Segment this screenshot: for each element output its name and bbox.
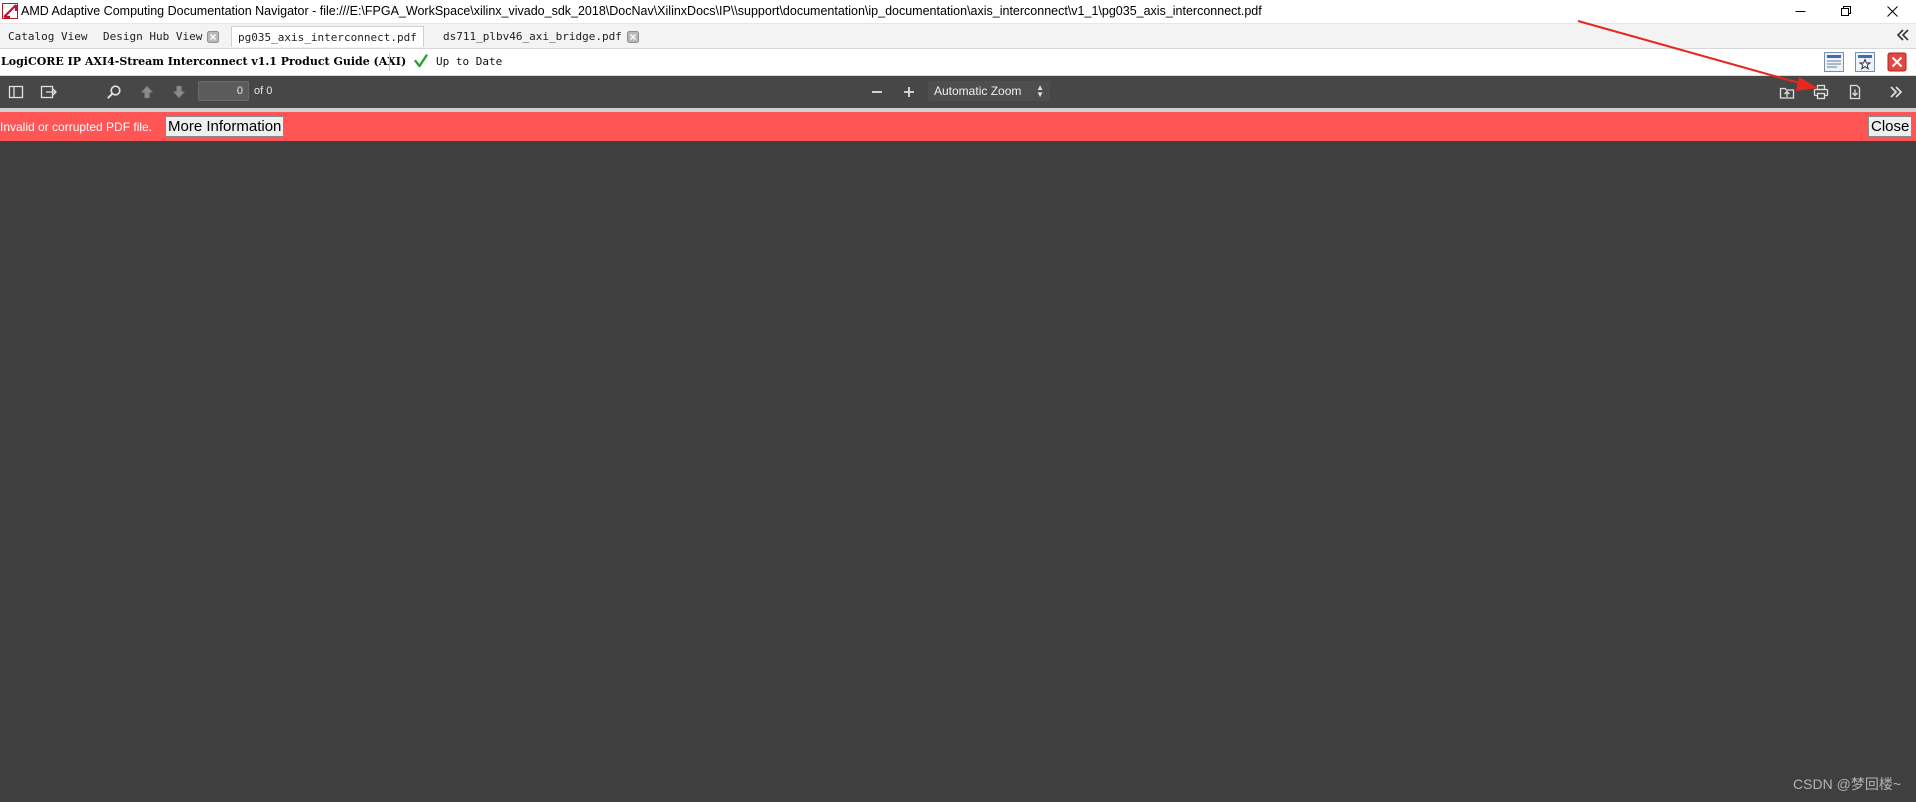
favorite-icon[interactable] bbox=[1855, 52, 1875, 72]
zoom-out-button[interactable] bbox=[868, 83, 886, 101]
tools-menu-button[interactable] bbox=[1887, 83, 1905, 101]
error-bar: Invalid or corrupted PDF file. More Info… bbox=[0, 112, 1916, 141]
page-count: of 0 bbox=[254, 85, 273, 97]
document-outline-button[interactable] bbox=[40, 83, 58, 101]
tab-bar: Catalog View Design Hub View pg035_axis_… bbox=[0, 24, 1916, 49]
toggle-sidebar-button[interactable] bbox=[7, 83, 25, 101]
divider bbox=[389, 53, 390, 71]
tab-close-icon[interactable] bbox=[626, 30, 639, 43]
tab-label: Catalog View bbox=[8, 30, 88, 43]
more-information-button[interactable]: More Information bbox=[165, 116, 285, 137]
document-header: LogiCORE IP AXI4-Stream Interconnect v1.… bbox=[0, 49, 1916, 76]
app-icon bbox=[2, 3, 18, 19]
pdf-viewer-area: CSDN @梦回楼~ bbox=[0, 141, 1916, 802]
close-icon bbox=[1886, 5, 1898, 17]
tab-label: ds711_plbv46_axi_bridge.pdf bbox=[443, 30, 622, 43]
open-folder-icon bbox=[1779, 87, 1795, 99]
minus-icon bbox=[872, 91, 882, 93]
arrow-up-icon bbox=[141, 86, 153, 98]
tab-label: pg035_axis_interconnect.pdf bbox=[238, 30, 417, 44]
minimize-button[interactable] bbox=[1777, 0, 1823, 22]
tab-close-icon[interactable] bbox=[207, 30, 220, 43]
search-icon bbox=[107, 85, 121, 99]
double-chevron-right-icon bbox=[1890, 86, 1903, 98]
document-details-icon[interactable] bbox=[1824, 52, 1844, 72]
page-number-input[interactable]: 0 bbox=[198, 81, 249, 101]
download-button[interactable] bbox=[1846, 83, 1864, 101]
close-document-icon[interactable] bbox=[1887, 52, 1907, 72]
collapse-panel-icon[interactable] bbox=[1896, 28, 1910, 42]
tab-label: Design Hub View bbox=[103, 30, 203, 43]
error-message: Invalid or corrupted PDF file. bbox=[0, 120, 153, 134]
arrow-down-icon bbox=[173, 86, 185, 98]
outline-icon bbox=[40, 85, 57, 99]
status-text: Up to Date bbox=[436, 55, 503, 68]
tab-ds711-plbv46-axi-bridge[interactable]: ds711_plbv46_axi_bridge.pdf bbox=[437, 26, 645, 47]
zoom-select-value: Automatic Zoom bbox=[934, 84, 1022, 98]
close-window-button[interactable] bbox=[1869, 0, 1915, 22]
minimize-icon bbox=[1795, 10, 1805, 12]
window-title: AMD Adaptive Computing Documentation Nav… bbox=[21, 4, 1262, 18]
checkmark-icon bbox=[414, 53, 428, 67]
find-button[interactable] bbox=[105, 83, 123, 101]
previous-page-button[interactable] bbox=[138, 83, 156, 101]
tab-pg035-axis-interconnect[interactable]: pg035_axis_interconnect.pdf bbox=[231, 26, 424, 47]
window-title-bar: AMD Adaptive Computing Documentation Nav… bbox=[0, 0, 1916, 24]
sidebar-icon bbox=[8, 85, 24, 99]
plus-icon bbox=[904, 87, 914, 97]
print-button[interactable] bbox=[1812, 83, 1830, 101]
tab-catalog-view[interactable]: Catalog View bbox=[2, 26, 93, 47]
next-page-button[interactable] bbox=[170, 83, 188, 101]
close-error-button[interactable]: Close bbox=[1868, 116, 1913, 137]
select-caret-icon: ▲ ▼ bbox=[1036, 83, 1044, 99]
restore-button[interactable] bbox=[1823, 0, 1869, 22]
zoom-select[interactable]: Automatic Zoom ▲ ▼ bbox=[928, 81, 1050, 101]
tab-design-hub-view[interactable]: Design Hub View bbox=[97, 26, 225, 47]
printer-icon bbox=[1813, 84, 1829, 100]
status-indicator: Up to Date bbox=[414, 53, 502, 68]
watermark: CSDN @梦回楼~ bbox=[1793, 776, 1901, 792]
pdf-toolbar: 0 of 0 Automatic Zoom ▲ ▼ bbox=[0, 76, 1916, 108]
restore-icon bbox=[1840, 5, 1851, 16]
download-icon bbox=[1849, 84, 1861, 100]
open-file-button[interactable] bbox=[1778, 83, 1796, 101]
document-title: LogiCORE IP AXI4-Stream Interconnect v1.… bbox=[1, 55, 407, 68]
zoom-in-button[interactable] bbox=[900, 83, 918, 101]
